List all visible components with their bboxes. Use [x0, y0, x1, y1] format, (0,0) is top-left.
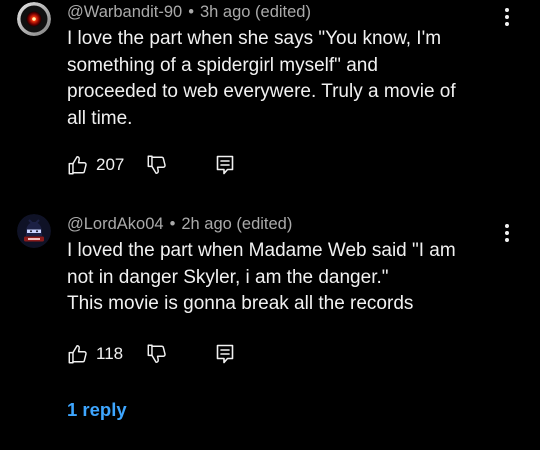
comment-text: I loved the part when Madame Web said "I… [67, 238, 507, 318]
view-replies-link[interactable]: 1 reply [67, 399, 127, 421]
comment-actions: 207 [67, 153, 267, 177]
avatar[interactable] [17, 2, 51, 36]
like-button[interactable]: 118 [67, 342, 123, 366]
author-name[interactable]: @LordAko04 [67, 215, 164, 233]
more-options-button[interactable] [498, 6, 516, 28]
reply-icon [216, 155, 234, 175]
more-vertical-icon [505, 8, 509, 12]
thumbs-down-icon [147, 155, 166, 174]
like-button[interactable]: 207 [67, 153, 124, 177]
thumbs-down-icon [147, 344, 166, 363]
comment-time: 2h ago (edited) [181, 215, 293, 233]
meta-separator: • [169, 215, 176, 233]
comment-2: @LordAko04 • 2h ago (edited) I loved the p… [0, 212, 540, 392]
reply-button[interactable] [215, 342, 235, 366]
comment-time: 3h ago (edited) [199, 3, 311, 21]
like-count: 207 [96, 155, 125, 174]
thumbs-up-icon [68, 345, 87, 364]
comment-text-line: I loved the part when Madame Web said "I… [67, 240, 456, 261]
ninja-avatar-icon [17, 214, 51, 248]
dislike-button[interactable] [146, 153, 168, 177]
comment-meta: @Warbandit-90 • 3h ago (edited) [67, 2, 311, 22]
comment-text: I love the part when she says "You know,… [67, 26, 507, 132]
author-name[interactable]: @Warbandit-90 [67, 3, 182, 21]
dislike-button[interactable] [146, 342, 168, 366]
more-vertical-icon [505, 224, 509, 228]
reply-icon [216, 344, 234, 364]
comment-text-line: This movie is gonna break all the record… [67, 293, 414, 314]
thumbs-up-icon [68, 156, 87, 175]
meta-separator: • [188, 3, 194, 21]
comment-text-line: proceeded to web everywere. Truly a movi… [67, 81, 456, 102]
comment-text-line: all time. [67, 107, 133, 129]
hal-9000-avatar-icon [17, 2, 51, 36]
comment-meta: @LordAko04 • 2h ago (edited) [67, 214, 292, 234]
comment-1: @Warbandit-90 • 3h ago (edited) I love the… [0, 0, 540, 190]
like-count: 118 [96, 344, 124, 363]
comment-text-line: I love the part when she says "You know,… [67, 28, 442, 49]
comment-text-line: not in danger Skyler, i am the danger." [67, 266, 389, 288]
comment-text-line: something of a spidergirl myself" and [67, 54, 378, 76]
comment-actions: 118 [67, 342, 267, 366]
reply-button[interactable] [215, 153, 235, 177]
avatar[interactable] [17, 214, 51, 248]
